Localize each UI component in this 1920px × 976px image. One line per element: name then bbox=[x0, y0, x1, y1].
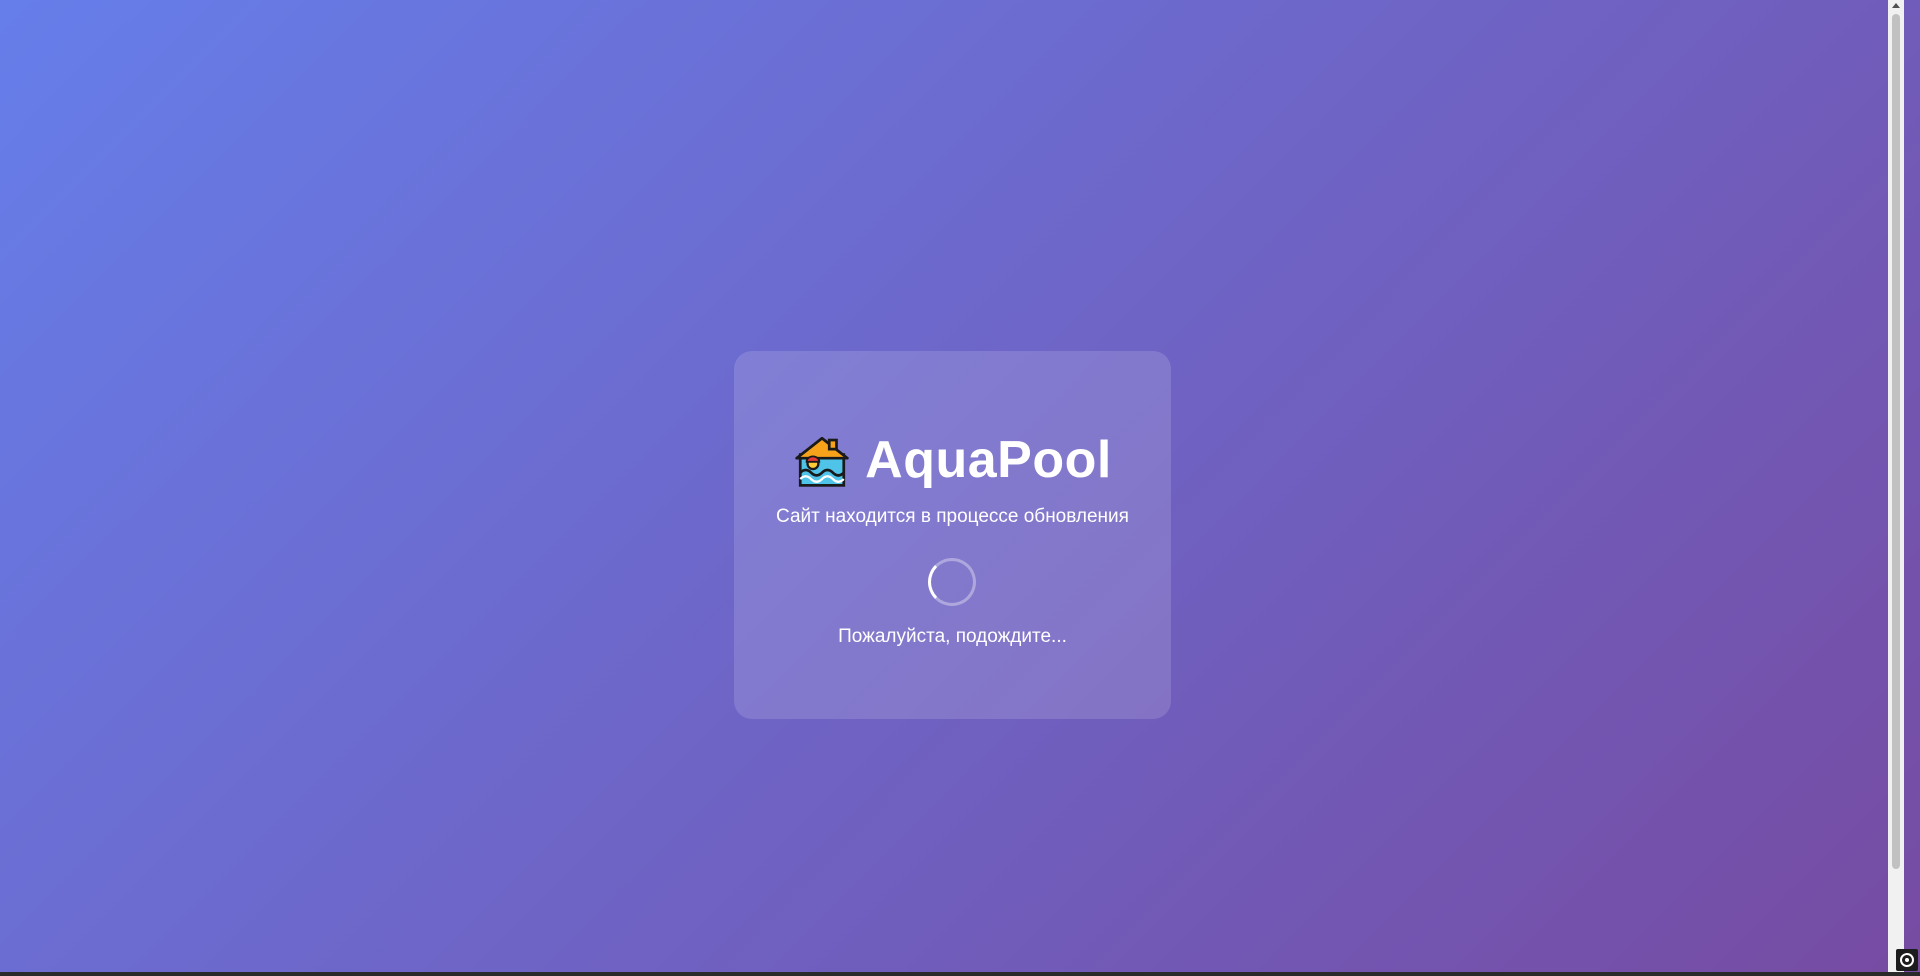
brand-name: AquaPool bbox=[865, 431, 1112, 489]
vertical-scrollbar[interactable] bbox=[1888, 0, 1904, 972]
maintenance-subtitle: Сайт находится в процессе обновления bbox=[776, 506, 1129, 527]
scroll-up-arrow-icon[interactable] bbox=[1892, 3, 1900, 8]
loading-spinner-icon bbox=[928, 558, 976, 606]
house-pool-icon bbox=[795, 436, 849, 487]
maintenance-page: AquaPool Сайт находится в процессе обнов… bbox=[0, 0, 1904, 972]
bottom-border bbox=[0, 972, 1920, 976]
brand: AquaPool bbox=[734, 431, 1171, 489]
accessibility-widget-icon[interactable] bbox=[1896, 949, 1918, 971]
wait-message: Пожалуйста, подождите... bbox=[838, 626, 1067, 647]
maintenance-card: AquaPool Сайт находится в процессе обнов… bbox=[734, 351, 1171, 719]
scrollbar-thumb[interactable] bbox=[1892, 14, 1900, 869]
